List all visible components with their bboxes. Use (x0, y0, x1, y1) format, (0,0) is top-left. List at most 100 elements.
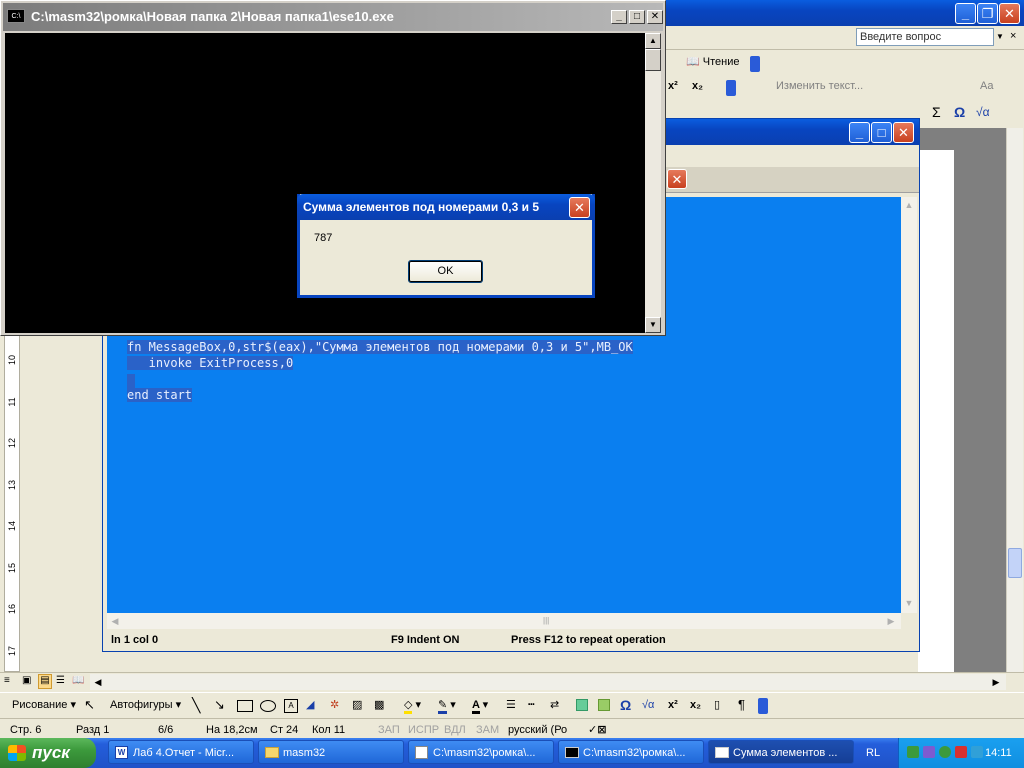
draw-menu[interactable]: Рисование ▾ (12, 695, 76, 715)
pilcrow-icon[interactable]: ¶ (738, 695, 745, 715)
rectangle-icon[interactable] (237, 700, 253, 712)
qeditor-close-button[interactable]: ✕ (893, 122, 914, 143)
console-title: C:\masm32\ромка\Новая папка 2\Новая папк… (31, 9, 394, 24)
editor-scroll-left[interactable]: ◀ (107, 613, 123, 629)
select-pointer-icon[interactable]: ↖ (84, 695, 95, 715)
spelling-status-icon[interactable]: ✓⊠ (588, 721, 606, 739)
oval-icon[interactable] (260, 700, 276, 712)
ruler-number: 17 (7, 645, 17, 656)
status-rec[interactable]: ЗАП (378, 721, 400, 739)
formula-icon[interactable]: √α (976, 102, 990, 122)
formula-draw-icon[interactable]: √α (642, 695, 654, 715)
textbox-icon[interactable]: A (284, 699, 298, 713)
line-color-icon[interactable]: ✎ ▾ (438, 695, 456, 715)
word-minimize-button[interactable]: _ (955, 3, 976, 24)
language-indicator[interactable]: RL (866, 738, 880, 768)
ruler-number: 16 (7, 604, 17, 615)
scroll-left-arrow[interactable]: ◀ (90, 674, 106, 690)
qeditor-maximize-button[interactable]: □ (871, 122, 892, 143)
system-tray: 14:11 (898, 738, 1024, 768)
taskbar-item-word[interactable]: W Лаб 4.Отчет - Micr... (108, 740, 254, 764)
web-view-icon[interactable]: ▣ (22, 675, 36, 688)
console-scroll-thumb[interactable] (645, 49, 661, 71)
tray-icon-5[interactable] (971, 746, 983, 758)
taskbar-item-editor[interactable]: C:\masm32\ромка\... (408, 740, 554, 764)
message-box-ok-button[interactable]: OK (408, 260, 483, 283)
taskbar-item-folder[interactable]: masm32 (258, 740, 404, 764)
arrow-style-icon[interactable]: ⇄ (550, 695, 559, 715)
font-color-icon[interactable]: A ▾ (472, 695, 488, 715)
autoshapes-menu[interactable]: Автофигуры ▾ (110, 695, 181, 715)
console-close-button[interactable]: ✕ (647, 10, 663, 24)
taskbar-item-console[interactable]: C:\masm32\ромка\... (558, 740, 704, 764)
console-maximize-button[interactable]: □ (629, 10, 645, 24)
omega-draw-icon[interactable]: Ω (620, 695, 631, 715)
wordart-icon[interactable]: ◢ (306, 695, 314, 715)
3d-icon[interactable] (598, 699, 610, 711)
line-style-icon[interactable]: ☰ (506, 695, 516, 715)
qeditor-close-doc-button[interactable]: ✕ (667, 169, 687, 189)
toolbar-overflow-icon-3[interactable] (758, 698, 768, 714)
omega-icon[interactable]: Ω (954, 102, 965, 122)
edit-text-button[interactable]: Изменить текст... (776, 76, 863, 96)
subscript-icon[interactable]: x₂ (692, 76, 703, 96)
clipart-icon[interactable]: ▨ (352, 695, 362, 715)
code-line-1: fn MessageBox,0,str$(eax),"Сумма элемент… (127, 340, 633, 354)
vertical-scrollbar[interactable] (1006, 128, 1023, 672)
editor-scroll-down[interactable]: ▼ (901, 595, 917, 611)
tray-icon-2[interactable] (923, 746, 935, 758)
start-button[interactable]: пуск (0, 738, 96, 768)
toolbar-overflow-icon-2[interactable] (726, 80, 736, 96)
horizontal-scrollbar[interactable]: ◀ ▶ (90, 674, 1006, 690)
aa-icon[interactable]: Aa (980, 76, 993, 96)
word-toolbar-2: x² x₂ Изменить текст... Aa (660, 76, 1024, 100)
picture-icon[interactable]: ▩ (374, 695, 384, 715)
clock[interactable]: 14:11 (985, 738, 1012, 768)
reading-mode-button[interactable]: 📖 Чтение (686, 52, 739, 72)
taskbar-label-editor: C:\masm32\ромка\... (433, 747, 536, 759)
console-minimize-button[interactable]: _ (611, 10, 627, 24)
taskbar-item-messagebox[interactable]: Сумма элементов ... (708, 740, 854, 764)
close-document-icon[interactable]: × (1010, 30, 1016, 42)
toolbar-overflow-icon[interactable] (750, 56, 760, 72)
subscript-draw-icon[interactable]: x₂ (690, 695, 701, 715)
tray-icon-1[interactable] (907, 746, 919, 758)
editor-hscrollbar[interactable]: ◀ ▶ ||| (107, 613, 901, 629)
sigma-icon[interactable]: Σ (932, 102, 941, 122)
console-scroll-up[interactable]: ▲ (645, 33, 661, 49)
superscript-draw-icon[interactable]: x² (668, 695, 678, 715)
line-icon[interactable]: ╲ (192, 695, 200, 715)
outline-view-icon[interactable]: ☰ (56, 675, 70, 688)
print-view-icon[interactable]: ▤ (38, 674, 52, 689)
message-box-text: 787 (314, 232, 333, 244)
superscript-icon[interactable]: x² (668, 76, 678, 96)
word-restore-button[interactable]: ❐ (977, 3, 998, 24)
qeditor-minimize-button[interactable]: _ (849, 122, 870, 143)
tray-icon-4[interactable] (955, 746, 967, 758)
word-close-button[interactable]: ✕ (999, 3, 1020, 24)
shadow-icon[interactable] (576, 699, 588, 711)
help-dropdown-arrow[interactable]: ▼ (994, 28, 1006, 46)
scroll-thumb[interactable] (1008, 548, 1022, 578)
taskbar-label-word: Лаб 4.Отчет - Micr... (133, 747, 235, 759)
editor-scroll-up[interactable]: ▲ (901, 197, 917, 213)
message-box-close-button[interactable]: ✕ (569, 197, 590, 218)
diagram-icon[interactable]: ✲ (330, 695, 339, 715)
arrow-icon[interactable]: ↘ (214, 695, 225, 715)
console-scroll-down[interactable]: ▼ (645, 317, 661, 333)
console-scrollbar[interactable]: ▲ ▼ (645, 33, 661, 333)
status-trk[interactable]: ИСПР (408, 721, 439, 739)
help-search-input[interactable]: Введите вопрос (856, 28, 994, 46)
tray-icon-3[interactable] (939, 746, 951, 758)
fill-color-icon[interactable]: ◇ ▾ (404, 695, 421, 715)
dash-style-icon[interactable]: ┅ (528, 695, 535, 715)
editor-vscrollbar[interactable]: ▲ ▼ (901, 197, 917, 613)
editor-scroll-right[interactable]: ▶ (883, 613, 899, 629)
file-icon[interactable]: ▯ (714, 695, 720, 715)
taskbar-label-messagebox: Сумма элементов ... (733, 747, 838, 759)
scroll-right-arrow[interactable]: ▶ (988, 674, 1004, 690)
status-ovr[interactable]: ЗАМ (476, 721, 499, 739)
reading-view-icon[interactable]: 📖 (72, 675, 86, 688)
normal-view-icon[interactable]: ≡ (4, 675, 18, 688)
status-ext[interactable]: ВДЛ (444, 721, 466, 739)
